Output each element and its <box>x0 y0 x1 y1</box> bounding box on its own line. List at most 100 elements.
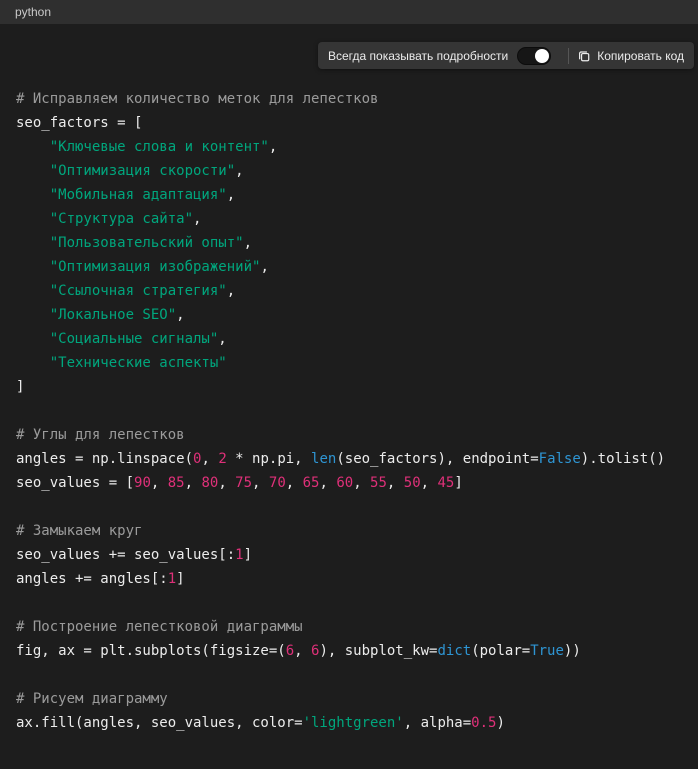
code-token-pln <box>16 235 50 251</box>
code-line: seo_values = [90, 85, 80, 75, 70, 65, 60… <box>16 471 682 495</box>
code-token-num: 55 <box>370 475 387 491</box>
code-line: ax.fill(angles, seo_values, color='light… <box>16 711 682 735</box>
code-token-pln: , <box>353 475 370 491</box>
code-token-pln: , <box>227 187 235 203</box>
code-line <box>16 495 682 519</box>
code-token-com: # Замыкаем круг <box>16 523 142 539</box>
code-token-num: 75 <box>235 475 252 491</box>
code-token-pln: ] <box>16 379 24 395</box>
code-line <box>16 591 682 615</box>
code-token-pln: , <box>218 331 226 347</box>
code-token-pln: , <box>260 259 268 275</box>
code-token-pln: , <box>387 475 404 491</box>
code-token-pln: ] <box>244 547 252 563</box>
code-line: ] <box>16 375 682 399</box>
code-token-kwd: True <box>530 643 564 659</box>
code-token-num: 6 <box>286 643 294 659</box>
code-token-pln: , <box>218 475 235 491</box>
code-token-pln: , <box>319 475 336 491</box>
copy-code-button[interactable]: Копировать код <box>577 49 684 63</box>
code-line: "Технические аспекты" <box>16 351 682 375</box>
code-token-pln: seo_values += seo_values[: <box>16 547 235 563</box>
toggle-knob <box>535 49 549 63</box>
code-token-pln: (polar= <box>471 643 530 659</box>
copy-icon <box>577 49 591 63</box>
code-token-num: 1 <box>235 547 243 563</box>
code-token-pln <box>16 187 50 203</box>
code-token-num: 45 <box>437 475 454 491</box>
code-token-num: 50 <box>404 475 421 491</box>
code-line: # Построение лепестковой диаграммы <box>16 615 682 639</box>
code-line: # Углы для лепестков <box>16 423 682 447</box>
code-token-pln: seo_factors = [ <box>16 115 142 131</box>
code-token-str: "Технические аспекты" <box>50 355 227 371</box>
code-token-pln: , alpha= <box>404 715 471 731</box>
code-token-pln: , <box>235 163 243 179</box>
code-token-pln: fig, ax = plt.subplots(figsize=( <box>16 643 286 659</box>
code-token-str: "Ссылочная стратегия" <box>50 283 227 299</box>
code-line: "Социальные сигналы", <box>16 327 682 351</box>
copy-code-label: Копировать код <box>597 49 684 63</box>
code-line: "Локальное SEO", <box>16 303 682 327</box>
code-token-pln: , <box>421 475 438 491</box>
code-line: fig, ax = plt.subplots(figsize=(6, 6), s… <box>16 639 682 663</box>
code-block-header: python <box>0 0 698 24</box>
code-token-num: 85 <box>168 475 185 491</box>
code-token-pln: ] <box>176 571 184 587</box>
code-line: "Оптимизация скорости", <box>16 159 682 183</box>
code-token-pln: , <box>286 475 303 491</box>
code-block: # Исправляем количество меток для лепест… <box>0 24 698 769</box>
code-token-num: 65 <box>303 475 320 491</box>
details-toggle[interactable] <box>517 47 551 65</box>
code-line: seo_factors = [ <box>16 111 682 135</box>
code-token-pln: , <box>185 475 202 491</box>
code-token-pln <box>16 331 50 347</box>
code-line <box>16 399 682 423</box>
code-token-pln: * np.pi, <box>227 451 311 467</box>
code-line: # Рисуем диаграмму <box>16 687 682 711</box>
code-token-num: 2 <box>218 451 226 467</box>
code-token-pln: , <box>227 283 235 299</box>
code-token-pln: ), subplot_kw= <box>319 643 437 659</box>
code-token-pln <box>16 139 50 155</box>
code-token-pln: ] <box>454 475 462 491</box>
code-token-str: 'lightgreen' <box>303 715 404 731</box>
code-token-com: # Построение лепестковой диаграммы <box>16 619 303 635</box>
code-line: "Оптимизация изображений", <box>16 255 682 279</box>
code-token-kwd: dict <box>437 643 471 659</box>
code-token-com: # Углы для лепестков <box>16 427 185 443</box>
code-token-pln <box>16 211 50 227</box>
code-token-str: "Пользовательский опыт" <box>50 235 244 251</box>
code-token-pln: ) <box>496 715 504 731</box>
code-line: "Структура сайта", <box>16 207 682 231</box>
code-token-pln: , <box>244 235 252 251</box>
code-line: "Ключевые слова и контент", <box>16 135 682 159</box>
code-line: "Мобильная адаптация", <box>16 183 682 207</box>
code-token-com: # Рисуем диаграмму <box>16 691 168 707</box>
code-token-kwd: False <box>539 451 581 467</box>
code-line: seo_values += seo_values[:1] <box>16 543 682 567</box>
code-token-pln: , <box>193 211 201 227</box>
code-line: # Замыкаем круг <box>16 519 682 543</box>
code-token-str: "Социальные сигналы" <box>50 331 219 347</box>
code-token-pln: , <box>201 451 218 467</box>
code-token-com: # Исправляем количество меток для лепест… <box>16 91 378 107</box>
code-token-num: 1 <box>168 571 176 587</box>
code-toolbar: Всегда показывать подробности Копировать… <box>318 42 694 69</box>
code-line <box>16 663 682 687</box>
code-token-str: "Локальное SEO" <box>50 307 176 323</box>
code-token-num: 0.5 <box>471 715 496 731</box>
code-token-num: 80 <box>201 475 218 491</box>
code-token-pln <box>16 283 50 299</box>
code-token-pln <box>16 259 50 275</box>
code-token-pln: )) <box>564 643 581 659</box>
code-token-str: "Мобильная адаптация" <box>50 187 227 203</box>
code-token-pln <box>16 355 50 371</box>
code-token-pln: (seo_factors), endpoint= <box>336 451 538 467</box>
code-token-pln: , <box>294 643 311 659</box>
code-token-pln: , <box>252 475 269 491</box>
code-token-str: "Оптимизация изображений" <box>50 259 261 275</box>
code-language-label: python <box>15 5 51 19</box>
code-token-pln: ).tolist() <box>581 451 665 467</box>
code-token-pln <box>16 307 50 323</box>
